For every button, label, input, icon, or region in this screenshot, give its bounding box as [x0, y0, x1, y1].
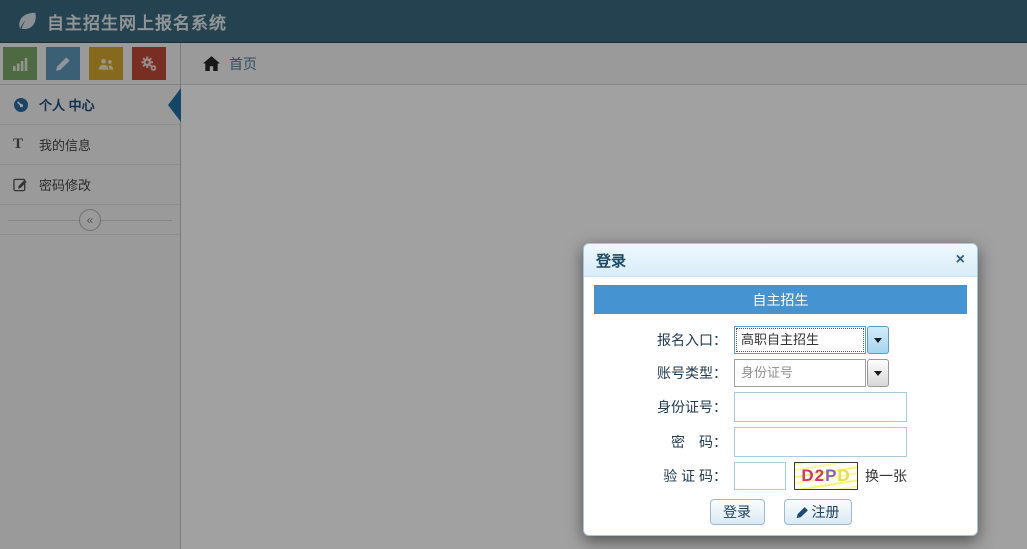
captcha-char: 2: [814, 466, 826, 485]
form-row-id-number: 身份证号：: [594, 392, 967, 422]
form-row-password: 密 码：: [594, 427, 967, 457]
captcha-image[interactable]: D 2 P D: [794, 462, 858, 490]
account-type-select-value[interactable]: 身份证号: [734, 359, 866, 387]
dialog-body: 自主招生 报名入口： 高职自主招生 账号类型： 身份证号 身份证号： 密 码： …: [584, 277, 977, 535]
dialog-button-row: 登录 注册: [594, 499, 967, 525]
close-icon[interactable]: ×: [956, 252, 965, 268]
program-banner: 自主招生: [594, 285, 967, 314]
captcha-input[interactable]: [734, 462, 786, 490]
form-row-entry: 报名入口： 高职自主招生: [594, 326, 967, 354]
chevron-down-icon[interactable]: [867, 326, 889, 354]
register-button[interactable]: 注册: [783, 499, 852, 525]
form-row-captcha: 验 证 码： D 2 P D 换一张: [594, 462, 967, 490]
login-dialog: 登录 × 自主招生 报名入口： 高职自主招生 账号类型： 身份证号 身份证号： …: [583, 243, 978, 536]
field-label: 密 码：: [671, 434, 727, 450]
captcha-char: D: [801, 466, 815, 485]
password-input[interactable]: [734, 427, 907, 457]
captcha-char: P: [825, 466, 838, 485]
account-type-select[interactable]: 身份证号: [734, 359, 889, 387]
dialog-titlebar[interactable]: 登录 ×: [584, 244, 977, 277]
page: 自主招生网上报名系统 个人 中心 T 我的信息 密码修改 « 首页 登录 × 自…: [0, 0, 1027, 549]
field-label: 账号类型：: [657, 365, 727, 381]
login-button[interactable]: 登录: [709, 499, 765, 525]
form-row-account-type: 账号类型： 身份证号: [594, 359, 967, 387]
login-button-label: 登录: [723, 504, 751, 520]
captcha-refresh-link[interactable]: 换一张: [865, 466, 907, 486]
dialog-title: 登录: [596, 252, 627, 270]
captcha-char: D: [837, 466, 851, 485]
register-button-label: 注册: [811, 504, 840, 520]
entry-select-value[interactable]: 高职自主招生: [734, 326, 866, 354]
entry-select[interactable]: 高职自主招生: [734, 326, 889, 354]
pencil-icon: [796, 506, 808, 518]
id-number-input[interactable]: [734, 392, 907, 422]
chevron-down-icon[interactable]: [867, 359, 889, 387]
field-label: 验 证 码：: [663, 468, 727, 484]
field-label: 报名入口：: [657, 332, 727, 348]
field-label: 身份证号：: [657, 399, 727, 415]
